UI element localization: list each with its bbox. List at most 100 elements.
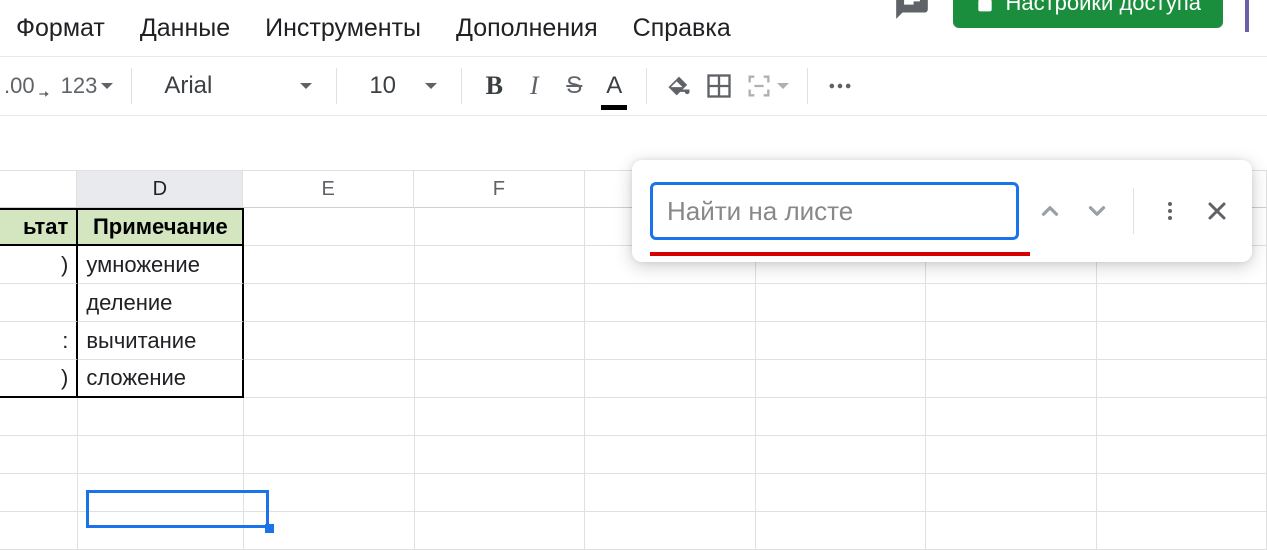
borders-button[interactable]	[699, 66, 739, 106]
cell[interactable]	[1097, 360, 1267, 398]
menu-data[interactable]: Данные	[140, 14, 230, 43]
italic-button[interactable]: I	[514, 66, 554, 106]
find-close-button[interactable]	[1201, 189, 1234, 233]
cell[interactable]: умножение	[78, 246, 244, 284]
increase-decimal-button[interactable]: .00	[0, 66, 55, 106]
cell[interactable]	[1097, 322, 1267, 360]
cell[interactable]	[415, 398, 585, 436]
cell[interactable]	[244, 436, 414, 474]
cell[interactable]	[585, 436, 755, 474]
strikethrough-button[interactable]: S	[554, 66, 594, 106]
bold-button[interactable]: B	[474, 66, 514, 106]
menu-format[interactable]: Формат	[16, 14, 105, 43]
text-color-button[interactable]: A	[594, 66, 634, 106]
cell[interactable]	[415, 246, 585, 284]
chevron-down-icon	[101, 83, 113, 89]
cell[interactable]	[415, 322, 585, 360]
chevron-down-icon	[777, 83, 789, 89]
cell[interactable]	[244, 474, 414, 512]
cell[interactable]	[244, 398, 414, 436]
cell[interactable]	[926, 512, 1096, 550]
cell[interactable]: вычитание	[78, 322, 244, 360]
cell[interactable]: деление	[78, 284, 244, 322]
cell[interactable]	[585, 474, 755, 512]
table-header-cell[interactable]: Примечание	[78, 208, 244, 246]
find-more-options-button[interactable]	[1154, 189, 1187, 233]
share-button-label: Настройки доступа	[1005, 0, 1201, 16]
find-next-button[interactable]	[1080, 189, 1113, 233]
cell[interactable]	[244, 322, 414, 360]
cell[interactable]	[585, 284, 755, 322]
cell[interactable]	[415, 208, 585, 246]
lock-icon	[975, 0, 995, 13]
cell[interactable]	[415, 284, 585, 322]
cell[interactable]	[78, 512, 244, 550]
cell[interactable]	[756, 284, 926, 322]
cell[interactable]	[244, 284, 414, 322]
cell[interactable]	[756, 322, 926, 360]
cell[interactable]	[0, 512, 78, 550]
cell[interactable]	[926, 474, 1096, 512]
cell[interactable]	[78, 474, 244, 512]
menu-tools[interactable]: Инструменты	[265, 14, 421, 43]
cell[interactable]	[0, 398, 78, 436]
cell[interactable]	[756, 436, 926, 474]
column-header-f[interactable]: F	[414, 170, 585, 208]
cell[interactable]	[415, 474, 585, 512]
font-family-select[interactable]: Arial	[144, 57, 324, 115]
column-header-e[interactable]: E	[243, 170, 414, 208]
find-prev-button[interactable]	[1033, 189, 1066, 233]
column-header[interactable]	[0, 170, 77, 208]
cell[interactable]	[415, 436, 585, 474]
cell[interactable]	[78, 398, 244, 436]
cell[interactable]	[244, 246, 414, 284]
toolbar: .00 123 Arial 10 B I S A	[0, 56, 1267, 116]
comments-icon[interactable]	[893, 0, 931, 22]
more-toolbar-button[interactable]	[820, 66, 860, 106]
column-header-d[interactable]: D	[77, 170, 243, 208]
number-format-button[interactable]: 123	[55, 66, 120, 106]
cell[interactable]	[756, 474, 926, 512]
cell[interactable]	[244, 208, 414, 246]
cell[interactable]	[926, 322, 1096, 360]
cell[interactable]	[926, 436, 1096, 474]
cell[interactable]	[0, 284, 78, 322]
cell[interactable]	[1097, 474, 1267, 512]
cell[interactable]: :	[0, 322, 78, 360]
cell[interactable]	[1097, 436, 1267, 474]
cell[interactable]	[0, 436, 78, 474]
find-in-sheet-popup	[632, 160, 1252, 262]
cell[interactable]: сложение	[78, 360, 244, 398]
cell[interactable]	[585, 360, 755, 398]
cell[interactable]	[926, 398, 1096, 436]
cell[interactable]	[756, 512, 926, 550]
cell[interactable]	[926, 284, 1096, 322]
menu-help[interactable]: Справка	[633, 14, 731, 43]
avatar[interactable]	[1245, 0, 1249, 32]
merge-cells-button[interactable]	[739, 66, 795, 106]
cell[interactable]	[926, 360, 1096, 398]
menu-addons[interactable]: Дополнения	[456, 14, 598, 43]
cell[interactable]	[1097, 398, 1267, 436]
cell[interactable]	[1097, 512, 1267, 550]
cell[interactable]: )	[0, 246, 78, 284]
cell[interactable]	[0, 474, 78, 512]
font-size-select[interactable]: 10	[349, 57, 449, 115]
cell[interactable]	[78, 436, 244, 474]
table-header-cell[interactable]: ьтат	[0, 208, 78, 246]
find-input[interactable]	[650, 182, 1019, 240]
cell[interactable]	[585, 398, 755, 436]
cell[interactable]	[415, 360, 585, 398]
cell[interactable]	[585, 322, 755, 360]
fill-color-button[interactable]	[659, 66, 699, 106]
cell[interactable]	[585, 512, 755, 550]
cell[interactable]	[244, 360, 414, 398]
cell[interactable]: )	[0, 360, 78, 398]
cell[interactable]	[1097, 284, 1267, 322]
cell[interactable]	[756, 398, 926, 436]
chevron-down-icon	[425, 83, 437, 89]
cell[interactable]	[415, 512, 585, 550]
cell[interactable]	[756, 360, 926, 398]
fill-handle[interactable]	[265, 524, 274, 533]
share-button[interactable]: Настройки доступа	[953, 0, 1223, 28]
